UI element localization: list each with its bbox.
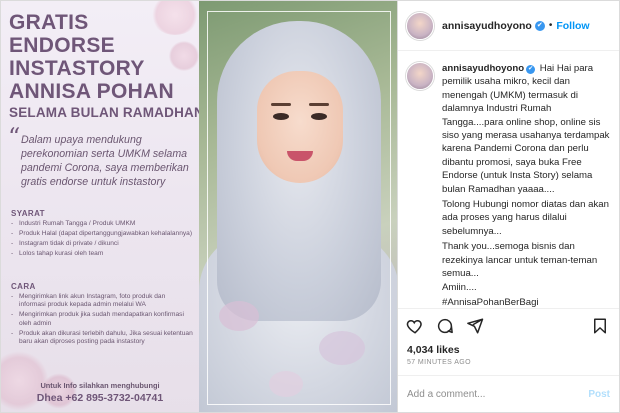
syarat-item: Lolos tahap kurasi oleh team — [11, 250, 193, 259]
photo-frame — [207, 11, 391, 405]
caption-paragraph: Amiin.... — [442, 281, 477, 293]
caption-text: annisayudhoyono ✔ Hai Hai para pemilik us… — [442, 62, 611, 308]
bookmark-icon[interactable] — [591, 317, 609, 335]
post-image[interactable]: GRATIS ENDORSE INSTASTORY ANNISA POHAN S… — [0, 0, 398, 413]
avatar[interactable] — [406, 62, 434, 90]
poster-title: GRATIS ENDORSE INSTASTORY ANNISA POHAN — [9, 11, 174, 103]
cara-item: Produk akan dikurasi terlebih dahulu, Ji… — [11, 330, 193, 347]
comments-section[interactable]: annisayudhoyono ✔ Hai Hai para pemilik us… — [398, 52, 619, 308]
add-comment-bar: Post — [398, 375, 619, 413]
separator-dot: • — [548, 20, 553, 31]
action-bar — [398, 308, 619, 342]
caption-hashtag[interactable]: #AnnisaPohanBerBagi — [442, 296, 611, 308]
post-side-panel: annisayudhoyono ✔ • Follow annisayudhoyo… — [398, 0, 620, 413]
caption-paragraph: Hai Hai para pemilik usaha mikro, kecil … — [442, 63, 610, 195]
syarat-list: Industri Rumah Tangga / Produk UMKM Prod… — [11, 220, 193, 260]
syarat-item: Industri Rumah Tangga / Produk UMKM — [11, 220, 193, 229]
header-username[interactable]: annisayudhoyono — [442, 20, 532, 32]
heart-icon[interactable] — [406, 317, 424, 335]
avatar[interactable] — [406, 11, 434, 40]
verified-badge-icon: ✔ — [534, 20, 545, 31]
poster-subtitle: SELAMA BULAN RAMADHAN — [9, 105, 199, 120]
share-icon[interactable] — [466, 317, 484, 335]
cara-list: Mengirimkan link akun Instagram, foto pr… — [11, 293, 193, 348]
caption: annisayudhoyono ✔ Hai Hai para pemilik us… — [406, 62, 611, 308]
post-timestamp[interactable]: 57 MINUTES AGO — [407, 359, 471, 366]
poster-quote: Dalam upaya mendukung perekonomian serta… — [21, 134, 189, 188]
post-header: annisayudhoyono ✔ • Follow — [398, 1, 619, 51]
syarat-item: Produk Halal (dapat dipertanggungjawabka… — [11, 230, 193, 239]
contact-number: Dhea +62 895-3732-04741 — [36, 392, 164, 404]
cara-heading: CARA — [11, 282, 36, 291]
contact-label: Untuk Info silahkan menghubungi — [40, 381, 160, 390]
caption-paragraph: Tolong Hubungi nomor diatas dan akan ada… — [442, 199, 609, 237]
cara-item: Mengirimkan link akun Instagram, foto pr… — [11, 293, 193, 310]
quote-mark: “ — [8, 123, 21, 151]
comment-icon[interactable] — [436, 317, 454, 335]
syarat-heading: SYARAT — [11, 209, 45, 218]
poster-text-panel: GRATIS ENDORSE INSTASTORY ANNISA POHAN S… — [1, 1, 199, 412]
syarat-item: Instagram tidak di private / dikunci — [11, 240, 193, 249]
post-comment-button[interactable]: Post — [588, 389, 610, 400]
verified-badge-icon: ✔ — [526, 65, 536, 74]
portrait-photo — [199, 1, 397, 412]
caption-username[interactable]: annisayudhoyono — [442, 63, 524, 74]
comment-input[interactable] — [407, 389, 567, 400]
caption-paragraph: Thank you...semoga bisnis dan rezekinya … — [442, 241, 598, 280]
follow-button[interactable]: Follow — [556, 20, 589, 32]
like-count[interactable]: 4,034 likes — [407, 344, 460, 356]
cara-item: Mengirimkan produk jika sudah mendapatka… — [11, 311, 193, 328]
